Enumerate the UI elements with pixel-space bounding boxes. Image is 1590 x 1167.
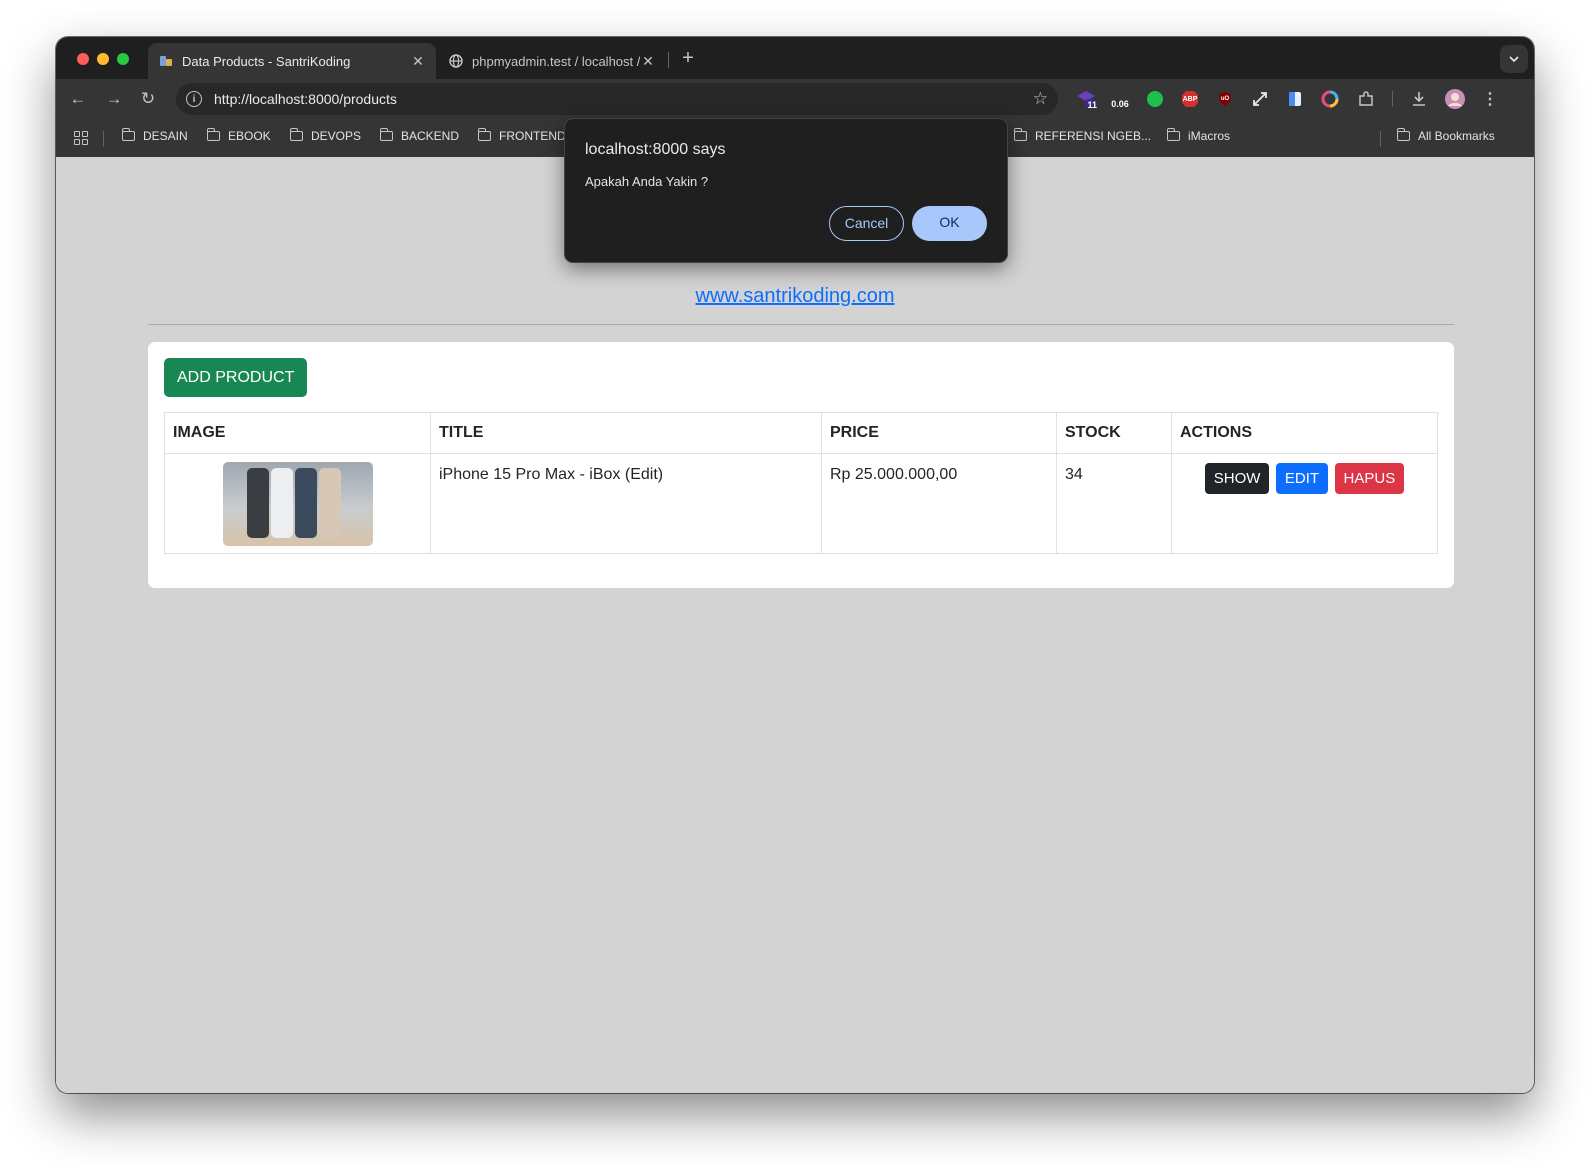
extension-badge: 0.06	[1111, 99, 1129, 109]
minimize-window-button[interactable]	[97, 53, 109, 65]
table-row: iPhone 15 Pro Max - iBox (Edit) Rp 25.00…	[164, 453, 1438, 554]
forward-arrow-icon[interactable]: →	[102, 87, 126, 111]
bookmark-folder-referensi[interactable]: REFERENSI NGEB...	[1013, 128, 1152, 143]
apps-grid-icon[interactable]	[74, 131, 88, 145]
chevron-down-icon	[1509, 56, 1519, 62]
adblock-plus-icon[interactable]: ABP	[1179, 88, 1201, 110]
extension-badge: ABP	[1182, 95, 1198, 103]
add-product-button[interactable]: ADD PRODUCT	[164, 358, 308, 397]
browser-toolbar: ← → ↻ i http://localhost:8000/products ☆…	[56, 79, 1534, 119]
extension-badge: 11	[1087, 100, 1097, 110]
stock-cell: 34	[1056, 453, 1172, 554]
folder-icon	[206, 128, 220, 141]
address-url[interactable]: http://localhost:8000/products	[214, 91, 1033, 107]
bookmark-star-icon[interactable]: ☆	[1033, 89, 1048, 109]
extension-badge: uO	[1220, 96, 1230, 102]
products-table: IMAGE TITLE PRICE STOCK ACTIONS iPhone 1…	[164, 412, 1438, 554]
address-bar[interactable]: i http://localhost:8000/products ☆	[176, 83, 1058, 115]
bookmark-label: DEVOPS	[311, 129, 362, 143]
santrikoding-favicon-icon	[158, 53, 174, 69]
bookmark-label: EBOOK	[228, 129, 271, 143]
bookmark-folder-ebook[interactable]: EBOOK	[206, 128, 271, 143]
folder-icon	[1396, 128, 1410, 141]
products-card: ADD PRODUCT IMAGE TITLE PRICE STOCK ACTI…	[148, 342, 1454, 588]
bookmark-label: iMacros	[1188, 129, 1231, 143]
download-icon[interactable]	[1408, 88, 1430, 110]
more-menu-icon[interactable]: ⋮	[1479, 88, 1501, 110]
bookmark-label: BACKEND	[401, 129, 460, 143]
table-header-row: IMAGE TITLE PRICE STOCK ACTIONS	[164, 412, 1438, 454]
close-icon[interactable]: ✕	[410, 53, 426, 70]
browser-window: Data Products - SantriKoding ✕ phpmyadmi…	[56, 37, 1534, 1093]
column-header-price: PRICE	[821, 412, 1057, 454]
divider	[148, 324, 1454, 325]
extension-mortarboard-icon[interactable]: 11	[1075, 88, 1097, 110]
tab-phpmyadmin[interactable]: phpmyadmin.test / localhost / ✕	[438, 43, 666, 79]
tab-title: Data Products - SantriKoding	[182, 53, 351, 69]
folder-icon	[121, 128, 135, 141]
new-tab-button[interactable]: +	[676, 47, 700, 70]
close-icon[interactable]: ✕	[640, 53, 656, 70]
bookmark-label: REFERENSI NGEB...	[1035, 129, 1152, 143]
dialog-title: localhost:8000 says	[585, 141, 726, 158]
maximize-window-button[interactable]	[117, 53, 129, 65]
column-header-actions: ACTIONS	[1171, 412, 1438, 454]
close-window-button[interactable]	[77, 53, 89, 65]
folder-icon	[289, 128, 303, 141]
globe-icon	[448, 53, 464, 69]
column-header-title: TITLE	[430, 412, 822, 454]
page-content: www.santrikoding.com ADD PRODUCT IMAGE T…	[56, 157, 1534, 1093]
bookmark-folder-backend[interactable]: BACKEND	[379, 128, 460, 143]
ublock-origin-icon[interactable]: uO	[1214, 88, 1236, 110]
bookmark-label: All Bookmarks	[1418, 129, 1495, 143]
bookmark-separator	[1380, 131, 1381, 147]
ok-button[interactable]: OK	[912, 206, 987, 241]
dialog-message: Apakah Anda Yakin ?	[585, 174, 709, 189]
resize-arrows-icon[interactable]	[1249, 88, 1271, 110]
back-arrow-icon[interactable]: ←	[66, 87, 90, 111]
folder-icon	[1013, 128, 1027, 141]
bookmark-folder-desain[interactable]: DESAIN	[121, 128, 188, 143]
actions-cell: SHOW EDIT HAPUS	[1171, 453, 1438, 554]
folder-icon	[1166, 128, 1180, 141]
bookmark-folder-devops[interactable]: DEVOPS	[289, 128, 362, 143]
extensions-puzzle-icon[interactable]	[1355, 88, 1377, 110]
reload-icon[interactable]: ↻	[136, 87, 160, 111]
folder-icon	[379, 128, 393, 141]
profile-avatar[interactable]	[1444, 88, 1466, 110]
toolbar-separator	[1392, 91, 1393, 107]
image-cell	[164, 453, 431, 554]
price-cell: Rp 25.000.000,00	[821, 453, 1057, 554]
tab-separator	[668, 52, 669, 68]
bookmark-folder-frontend[interactable]: FRONTEND	[477, 128, 566, 143]
extension-green-dot-icon[interactable]	[1144, 88, 1166, 110]
edit-button[interactable]: EDIT	[1275, 463, 1329, 494]
confirm-dialog: localhost:8000 says Apakah Anda Yakin ? …	[564, 118, 1008, 263]
column-header-image: IMAGE	[164, 412, 431, 454]
extension-counter-icon[interactable]: 0.06	[1106, 88, 1134, 110]
site-info-icon[interactable]: i	[186, 91, 202, 107]
all-bookmarks-button[interactable]: All Bookmarks	[1396, 128, 1495, 143]
extension-document-icon[interactable]	[1284, 88, 1306, 110]
bookmark-label: FRONTEND	[499, 129, 566, 143]
tab-strip: Data Products - SantriKoding ✕ phpmyadmi…	[56, 37, 1534, 79]
cancel-button[interactable]: Cancel	[829, 206, 904, 241]
product-image	[222, 462, 373, 546]
show-button[interactable]: SHOW	[1204, 463, 1270, 494]
bookmark-label: DESAIN	[143, 129, 188, 143]
site-link[interactable]: www.santrikoding.com	[56, 285, 1534, 308]
title-cell: iPhone 15 Pro Max - iBox (Edit)	[430, 453, 822, 554]
delete-button[interactable]: HAPUS	[1334, 463, 1405, 494]
tab-data-products[interactable]: Data Products - SantriKoding ✕	[148, 43, 436, 79]
folder-icon	[477, 128, 491, 141]
tab-title: phpmyadmin.test / localhost /	[472, 53, 640, 69]
extension-color-ring-icon[interactable]	[1319, 88, 1341, 110]
bookmark-folder-imacros[interactable]: iMacros	[1166, 128, 1231, 143]
column-header-stock: STOCK	[1056, 412, 1172, 454]
bookmark-separator	[103, 131, 104, 147]
tab-search-button[interactable]	[1500, 45, 1528, 73]
